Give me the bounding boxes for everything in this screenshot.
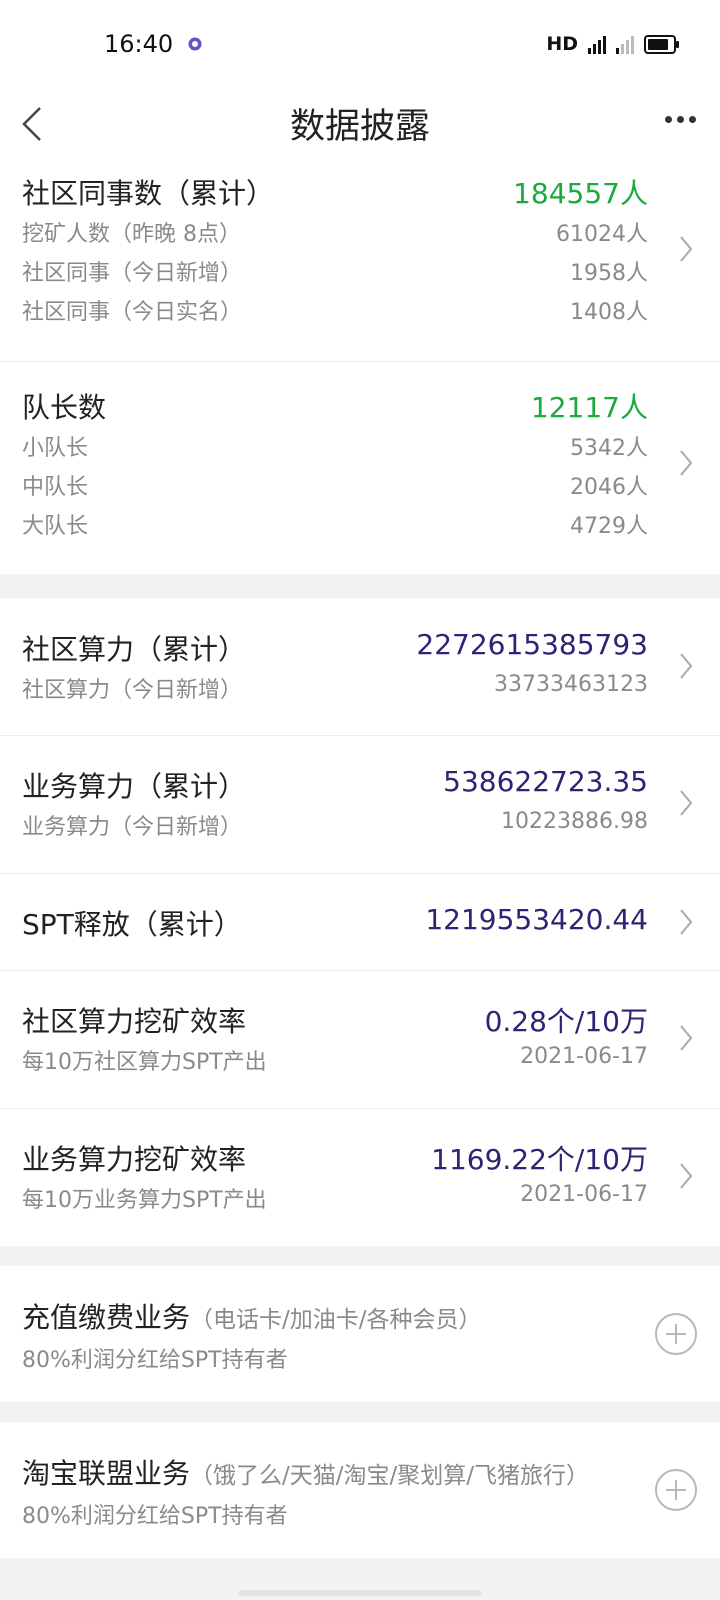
signal-icon: [616, 34, 634, 54]
community-power-title: 社区算力（累计）: [22, 633, 247, 666]
middle-captain-label: 中队长: [22, 475, 89, 500]
verified-members-value: 1408人: [570, 300, 648, 325]
chevron-right-icon[interactable]: [678, 788, 694, 818]
more-icon[interactable]: [665, 116, 696, 128]
status-bar: 16:40 HD: [0, 0, 720, 88]
battery-icon: [644, 34, 679, 54]
big-captain-label: 大队长: [22, 514, 89, 539]
spt-release-row[interactable]: SPT释放（累计） 1219553420.44: [0, 874, 720, 970]
small-captain-value: 5342人: [570, 436, 648, 461]
community-efficiency-desc: 每10万社区算力SPT产出: [22, 1050, 267, 1075]
plus-circle-icon[interactable]: [654, 1468, 698, 1512]
nav-bar: 数据披露: [0, 88, 720, 164]
chevron-right-icon[interactable]: [678, 234, 694, 264]
chevron-right-icon[interactable]: [678, 651, 694, 681]
community-power-row[interactable]: 社区算力（累计） 2272615385793 社区算力（今日新增） 337334…: [0, 598, 720, 735]
recharge-desc: 80%利润分红给SPT持有者: [22, 1348, 288, 1373]
business-power-title: 业务算力（累计）: [22, 770, 247, 803]
status-time: 16:40: [104, 30, 174, 58]
mining-count-label: 挖矿人数（昨晚 8点）: [22, 222, 241, 247]
community-power-new-label: 社区算力（今日新增）: [22, 678, 243, 703]
business-efficiency-title: 业务算力挖矿效率: [22, 1143, 247, 1176]
home-indicator: [238, 1590, 482, 1596]
big-captain-value: 4729人: [570, 514, 648, 539]
power-card: 社区算力（累计） 2272615385793 社区算力（今日新增） 337334…: [0, 598, 720, 1246]
recharge-hint: （电话卡/加油卡/各种会员）: [190, 1307, 482, 1333]
community-members-value: 184557人: [513, 177, 648, 210]
community-members-card[interactable]: 社区同事数（累计） 184557人 挖矿人数（昨晚 8点） 61024人 社区同…: [0, 164, 720, 574]
captains-value: 12117人: [530, 391, 648, 424]
community-members-title: 社区同事数（累计）: [22, 177, 275, 210]
signal-icon: [588, 34, 606, 54]
chevron-right-icon[interactable]: [678, 448, 694, 478]
community-efficiency-row[interactable]: 社区算力挖矿效率 0.28个/10万 每10万社区算力SPT产出 2021-06…: [0, 971, 720, 1108]
small-captain-label: 小队长: [22, 436, 89, 461]
spt-release-title: SPT释放（累计）: [22, 908, 242, 941]
taobao-title: 淘宝联盟业务（饿了么/天猫/淘宝/聚划算/飞猪旅行）: [22, 1452, 589, 1492]
spt-release-value: 1219553420.44: [425, 903, 648, 936]
community-efficiency-title: 社区算力挖矿效率: [22, 1005, 247, 1038]
business-power-row[interactable]: 业务算力（累计） 538622723.35 业务算力（今日新增） 1022388…: [0, 736, 720, 873]
new-members-label: 社区同事（今日新增）: [22, 261, 243, 286]
community-efficiency-value: 0.28个/10万: [484, 1005, 648, 1038]
divider: [0, 361, 720, 362]
community-power-value: 2272615385793: [416, 628, 648, 661]
taobao-desc: 80%利润分红给SPT持有者: [22, 1504, 288, 1529]
taobao-title-text: 淘宝联盟业务: [22, 1457, 191, 1490]
mining-count-value: 61024人: [556, 222, 648, 247]
status-icons: HD: [546, 32, 679, 56]
chevron-right-icon[interactable]: [678, 907, 694, 937]
recharge-business-card[interactable]: 充值缴费业务（电话卡/加油卡/各种会员） 80%利润分红给SPT持有者: [0, 1266, 720, 1402]
verified-members-label: 社区同事（今日实名）: [22, 300, 243, 325]
page-title: 数据披露: [289, 107, 430, 147]
chevron-right-icon[interactable]: [678, 1161, 694, 1191]
business-efficiency-desc: 每10万业务算力SPT产出: [22, 1188, 267, 1213]
business-efficiency-value: 1169.22个/10万: [431, 1143, 648, 1176]
new-members-value: 1958人: [570, 261, 648, 286]
network-label: HD: [546, 33, 578, 55]
community-power-new-value: 33733463123: [494, 672, 648, 697]
recharge-title: 充值缴费业务（电话卡/加油卡/各种会员）: [22, 1296, 482, 1336]
taobao-business-card[interactable]: 淘宝联盟业务（饿了么/天猫/淘宝/聚划算/飞猪旅行） 80%利润分红给SPT持有…: [0, 1422, 720, 1558]
business-power-new-value: 10223886.98: [501, 809, 648, 834]
app-notification-icon: [188, 37, 202, 51]
business-efficiency-date: 2021-06-17: [520, 1182, 648, 1207]
taobao-hint: （饿了么/天猫/淘宝/聚划算/飞猪旅行）: [190, 1463, 590, 1489]
plus-circle-icon[interactable]: [654, 1312, 698, 1356]
business-power-new-label: 业务算力（今日新增）: [22, 815, 243, 840]
recharge-title-text: 充值缴费业务: [22, 1301, 191, 1334]
captains-title: 队长数: [22, 391, 107, 424]
community-efficiency-date: 2021-06-17: [520, 1044, 648, 1069]
business-efficiency-row[interactable]: 业务算力挖矿效率 1169.22个/10万 每10万业务算力SPT产出 2021…: [0, 1109, 720, 1246]
middle-captain-value: 2046人: [570, 475, 648, 500]
business-power-value: 538622723.35: [443, 765, 648, 798]
chevron-right-icon[interactable]: [678, 1023, 694, 1053]
